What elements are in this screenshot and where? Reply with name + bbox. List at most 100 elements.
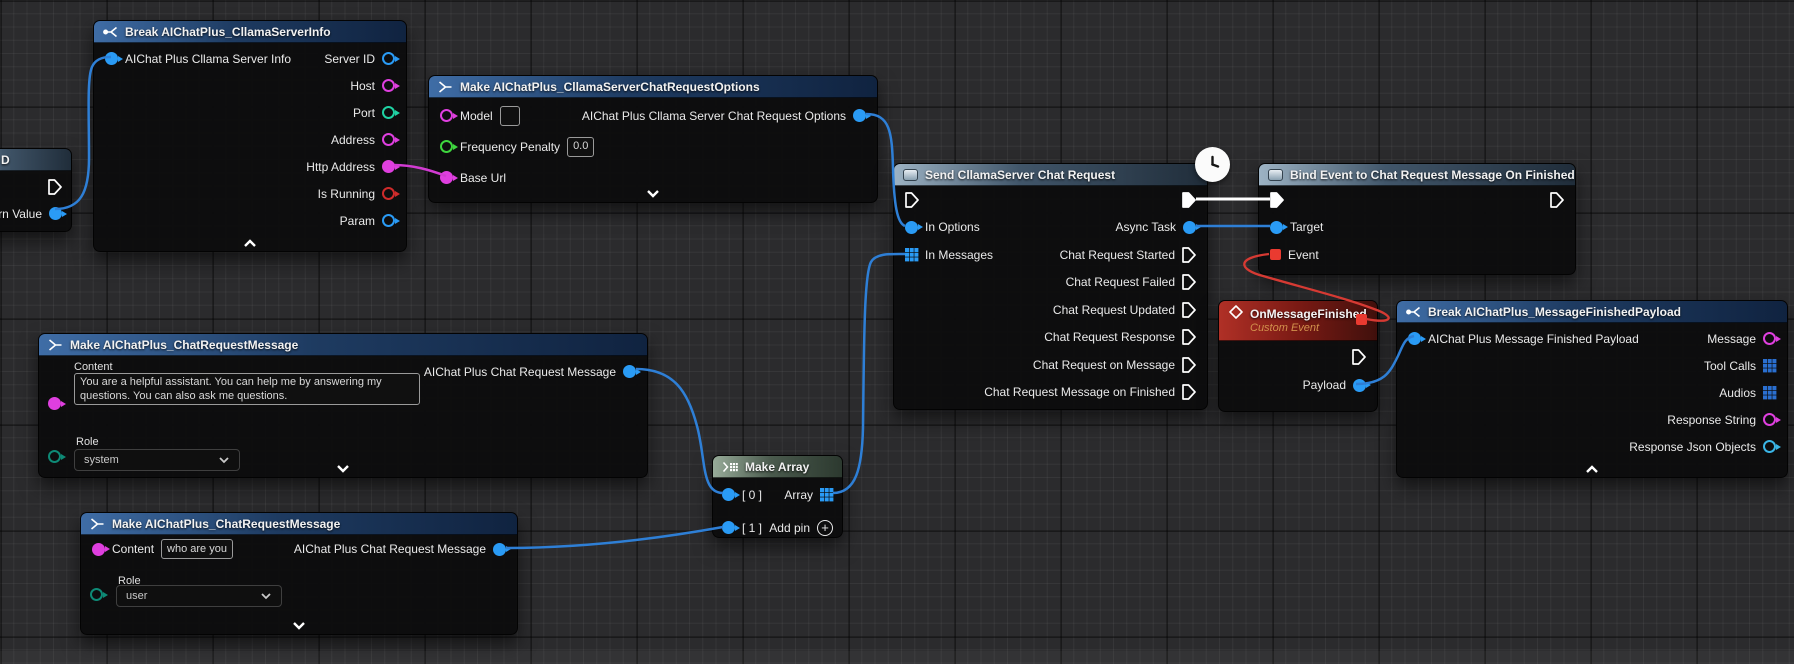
array-element-1-pin[interactable] [722, 521, 735, 534]
async-task-pin[interactable] [1183, 220, 1196, 234]
base-url-pin[interactable] [440, 171, 453, 184]
add-pin-icon[interactable]: + [817, 519, 833, 536]
in-messages-array-pin[interactable] [905, 248, 918, 261]
node-header[interactable]: Break AIChatPlus_MessageFinishedPayload [1397, 301, 1787, 323]
role-dropdown[interactable]: system [74, 449, 240, 471]
chat-request-failed-pin[interactable] [1182, 274, 1196, 291]
output-label: Response Json Objects [1629, 439, 1756, 454]
chat-request-message-on-finished-row: Chat Request Message on Finished [984, 379, 1196, 407]
exec-out-pin[interactable] [1352, 349, 1366, 365]
model-pin[interactable] [440, 109, 453, 122]
node-break-message-finished-payload[interactable]: Break AIChatPlus_MessageFinishedPayload … [1396, 300, 1788, 478]
exec-out-row [1550, 186, 1564, 214]
exec-out-row [1182, 186, 1196, 214]
message-output-pin[interactable] [623, 365, 636, 378]
http-address-pin[interactable] [382, 160, 395, 173]
server-id-pin[interactable] [382, 52, 395, 65]
response-json-objects-pin[interactable] [1763, 440, 1776, 453]
collapse-chevron-icon[interactable] [242, 238, 258, 250]
expand-chevron-icon[interactable] [291, 621, 307, 633]
frequency-penalty-input[interactable]: 0.0 [567, 136, 595, 157]
tool-calls-array-pin[interactable] [1763, 359, 1776, 372]
add-pin-label: Add pin [769, 520, 810, 535]
content-pin[interactable] [48, 397, 61, 410]
node-custom-event-onmessagefinished[interactable]: OnMessageFinished Custom Event Payload [1218, 300, 1378, 412]
return-value-label: urn Value [0, 206, 42, 221]
content-input[interactable]: who are you [161, 539, 233, 559]
node-make-options[interactable]: Make AIChatPlus_CllamaServerChatRequestO… [428, 75, 878, 203]
chat-request-response-pin[interactable] [1182, 329, 1196, 346]
struct-input-label: AIChat Plus Cllama Server Info [125, 51, 292, 66]
output-label: Chat Request Message on Finished [984, 385, 1175, 400]
content-pin[interactable] [92, 542, 105, 556]
node-send-chat-request[interactable]: Send CllamaServer Chat Request In Option… [893, 163, 1208, 410]
message-output-pin[interactable] [493, 542, 506, 556]
port-pin[interactable] [382, 106, 395, 119]
struct-input-row: AIChat Plus Cllama Server Info [105, 45, 291, 72]
node-left-partial[interactable]: D urn Value [0, 148, 72, 232]
param-pin[interactable] [382, 214, 395, 227]
output-row: AIChat Plus Cllama Server Chat Request O… [582, 100, 866, 131]
output-label: Server ID [324, 51, 375, 66]
collapse-chevron-icon[interactable] [1584, 464, 1600, 476]
model-input[interactable] [499, 105, 520, 126]
node-make-message-user[interactable]: Make AIChatPlus_ChatRequestMessage Conte… [80, 512, 518, 635]
expand-chevron-icon[interactable] [335, 464, 351, 476]
node-header[interactable]: Bind Event to Chat Request Message On Fi… [1259, 164, 1575, 186]
blueprint-graph-canvas[interactable]: D urn Value Break AIChatPlus_CllamaServe… [0, 0, 1794, 664]
node-header[interactable]: OnMessageFinished Custom Event [1219, 301, 1377, 341]
node-make-message-system[interactable]: Make AIChatPlus_ChatRequestMessage Conte… [38, 333, 648, 478]
struct-input-pin[interactable] [105, 52, 118, 65]
role-pin[interactable] [48, 450, 61, 463]
content-input[interactable]: You are a helpful assistant. You can hel… [74, 373, 420, 405]
host-pin[interactable] [382, 79, 395, 92]
content-label: Content [74, 361, 113, 373]
chat-request-updated-pin[interactable] [1182, 301, 1196, 318]
audios-array-pin[interactable] [1763, 386, 1776, 399]
output-row: Port [353, 99, 395, 126]
is-running-pin[interactable] [382, 187, 395, 200]
node-header[interactable]: Make AIChatPlus_CllamaServerChatRequestO… [429, 76, 877, 98]
node-header[interactable]: Make AIChatPlus_ChatRequestMessage [81, 513, 517, 535]
array-element-0-pin[interactable] [722, 488, 735, 501]
exec-out-pin[interactable] [48, 178, 62, 195]
node-break-server-info[interactable]: Break AIChatPlus_CllamaServerInfo AIChat… [93, 20, 407, 252]
make-struct-icon [438, 80, 453, 94]
role-dropdown[interactable]: user [116, 585, 282, 607]
node-header[interactable]: Make Array [713, 456, 842, 478]
expand-chevron-icon[interactable] [645, 189, 661, 201]
exec-in-pin[interactable] [1270, 191, 1284, 208]
role-pin[interactable] [90, 588, 103, 601]
delegate-output-pin[interactable] [1356, 314, 1367, 325]
response-string-pin[interactable] [1763, 413, 1776, 426]
options-output-pin[interactable] [853, 109, 866, 122]
node-make-array[interactable]: Make Array [ 0 ] [ 1 ] Array Add pin + [712, 455, 843, 538]
wire-system-message-to-element-0[interactable] [635, 367, 724, 495]
base-url-row: Base Url [440, 162, 506, 193]
exec-in-row [905, 186, 919, 214]
chevron-down-icon [219, 457, 229, 464]
break-struct-icon [103, 25, 118, 39]
chat-request-message-on-finished-pin[interactable] [1182, 384, 1196, 401]
add-pin-row[interactable]: Add pin + [769, 511, 833, 544]
node-header[interactable]: Send CllamaServer Chat Request [894, 164, 1207, 186]
wire-user-message-to-element-1[interactable] [505, 525, 724, 550]
event-delegate-pin[interactable] [1270, 249, 1281, 261]
node-title: Make Array [745, 459, 810, 474]
message-pin[interactable] [1763, 332, 1776, 345]
exec-out-pin[interactable] [1182, 191, 1196, 208]
in-options-pin[interactable] [905, 220, 918, 234]
frequency-penalty-pin[interactable] [440, 140, 453, 153]
node-header[interactable]: Break AIChatPlus_CllamaServerInfo [94, 21, 406, 43]
chat-request-on-message-pin[interactable] [1182, 356, 1196, 373]
node-header[interactable]: Make AIChatPlus_ChatRequestMessage [39, 334, 647, 356]
exec-in-pin[interactable] [905, 191, 919, 208]
node-header[interactable]: D [0, 149, 71, 171]
address-pin[interactable] [382, 133, 395, 146]
exec-out-pin[interactable] [1550, 191, 1564, 208]
return-value-row: urn Value [0, 200, 62, 227]
chat-request-started-pin[interactable] [1182, 246, 1196, 263]
node-bind-event[interactable]: Bind Event to Chat Request Message On Fi… [1258, 163, 1576, 275]
array-output-pin[interactable] [820, 488, 833, 501]
target-pin[interactable] [1270, 220, 1283, 234]
